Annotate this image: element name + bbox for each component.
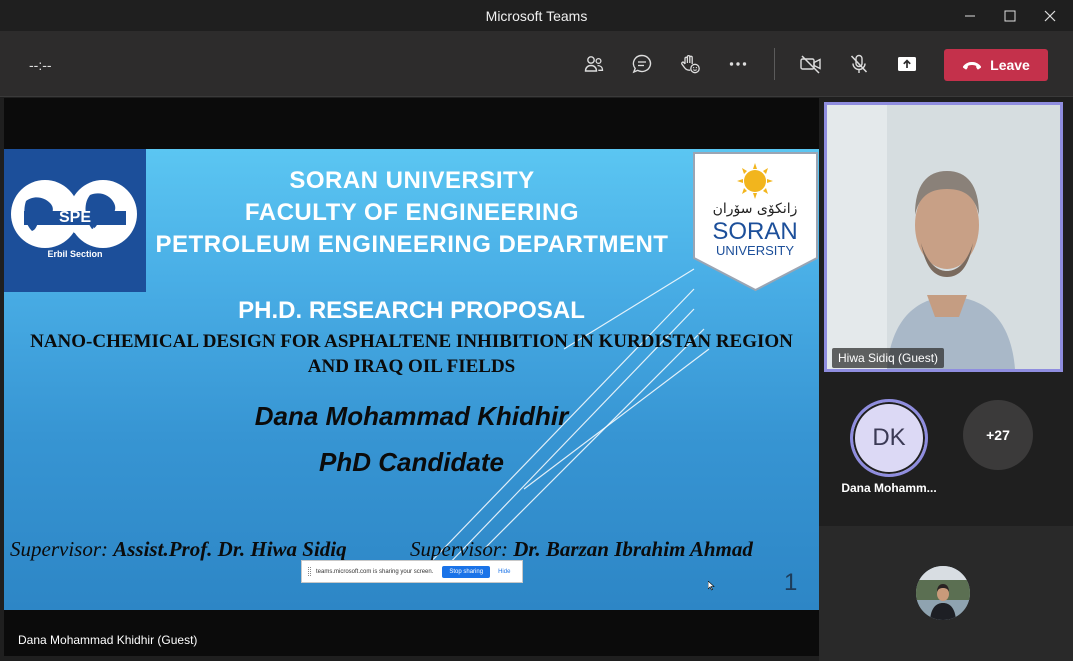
svg-text:SORAN: SORAN [712, 218, 797, 245]
hide-share-notice-button[interactable]: Hide [498, 569, 510, 575]
chat-icon [632, 54, 652, 74]
spe-globe-icon: SPE International [11, 180, 137, 248]
mouse-cursor-icon [708, 581, 715, 591]
minimize-button[interactable] [950, 0, 990, 31]
drag-handle-icon[interactable] [308, 567, 311, 576]
minimize-icon [965, 15, 975, 16]
participant-name-dk: Dana Mohamm... [841, 481, 937, 495]
supervisor-1-name: Assist.Prof. Dr. Hiwa Sidiq [113, 537, 347, 561]
soran-university-logo: زانكۆی سۆران SORAN UNIVERSITY [692, 151, 819, 292]
mic-toggle-button[interactable] [843, 48, 875, 80]
self-preview-tile[interactable] [819, 526, 1073, 661]
raise-hand-icon [681, 55, 700, 74]
proposal-title: PH.D. RESEARCH PROPOSAL [238, 297, 585, 324]
self-avatar [916, 566, 970, 620]
avatar-photo [916, 566, 970, 620]
svg-text:زانكۆی سۆران: زانكۆی سۆران [713, 201, 798, 217]
participant-avatar-dk[interactable]: DK [850, 399, 928, 477]
raise-hand-button[interactable] [674, 48, 706, 80]
mic-off-icon [850, 54, 868, 73]
participant-video [827, 105, 1060, 369]
supervisor-1-label: Supervisor: [10, 537, 114, 561]
people-icon [584, 56, 604, 72]
candidate-role: PhD Candidate [319, 447, 504, 477]
video-tile-name: Hiwa Sidiq (Guest) [832, 348, 945, 368]
share-message: teams.microsoft.com is sharing your scre… [316, 568, 434, 575]
screen-share-notice: teams.microsoft.com is sharing your scre… [301, 560, 523, 583]
toolbar-divider [774, 48, 775, 80]
leave-button[interactable]: Leave [944, 49, 1048, 81]
supervisor-2: Supervisor: Dr. Barzan Ibrahim Ahmad [410, 537, 753, 562]
supervisor-2-label: Supervisor: [410, 537, 514, 561]
thesis-title: NANO-CHEMICAL DESIGN FOR ASPHALTENE INHI… [30, 331, 793, 377]
slide-header-line-1: SORAN UNIVERSITY [289, 167, 535, 194]
maximize-button[interactable] [990, 0, 1030, 31]
participants-button[interactable] [578, 48, 610, 80]
share-content-button[interactable] [891, 48, 923, 80]
presentation-slide: SPE International Erbil Section زانكۆی س… [4, 149, 819, 610]
meeting-toolbar: --:-- Leave [0, 31, 1073, 97]
share-tray-icon [898, 57, 916, 71]
slide-header-line-2: FACULTY OF ENGINEERING [244, 199, 580, 226]
more-icon [729, 62, 747, 66]
teams-window: Microsoft Teams --:-- Leave SPE Internat… [0, 0, 1073, 661]
maximize-icon [1004, 10, 1016, 21]
supervisor-2-name: Dr. Barzan Ibrahim Ahmad [513, 537, 753, 561]
title-bar: Microsoft Teams [0, 0, 1073, 31]
shared-screen-stage[interactable]: SPE International Erbil Section زانكۆی س… [4, 98, 819, 656]
svg-text:UNIVERSITY: UNIVERSITY [716, 243, 794, 258]
camera-toggle-button[interactable] [795, 48, 827, 80]
more-options-button[interactable] [722, 48, 754, 80]
slide-number: 1 [784, 569, 798, 596]
participant-video-tile[interactable]: Hiwa Sidiq (Guest) [824, 102, 1063, 372]
soran-shield-icon: زانكۆی سۆران SORAN UNIVERSITY [693, 152, 818, 292]
slide-header-line-3: PETROLEUM ENGINEERING DEPARTMENT [155, 231, 669, 258]
participant-panel: Hiwa Sidiq (Guest) DK Dana Mohamm... +27 [819, 98, 1073, 661]
spe-caption: Erbil Section [47, 249, 103, 259]
svg-text:SPE: SPE [59, 209, 91, 226]
hang-up-icon [963, 62, 982, 70]
close-icon [1044, 10, 1056, 21]
camera-off-icon [800, 55, 821, 74]
presenter-name-label: Dana Mohammad Khidhir (Guest) [18, 633, 198, 647]
close-button[interactable] [1030, 0, 1070, 31]
more-participants-button[interactable]: +27 [963, 400, 1033, 470]
supervisor-1: Supervisor: Assist.Prof. Dr. Hiwa Sidiq [10, 537, 347, 562]
candidate-name: Dana Mohammad Khidhir [254, 401, 569, 431]
svg-text:International: International [56, 228, 95, 235]
window-title: Microsoft Teams [485, 8, 588, 24]
spe-logo: SPE International Erbil Section [4, 149, 146, 292]
leave-label: Leave [990, 57, 1030, 73]
stop-sharing-button[interactable]: Stop sharing [442, 565, 491, 578]
chat-button[interactable] [626, 48, 658, 80]
meeting-timer: --:-- [29, 57, 52, 73]
